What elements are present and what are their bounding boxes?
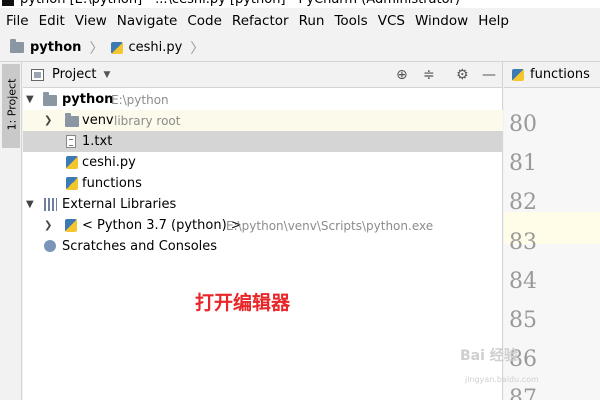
- tree-item-1-txt[interactable]: 1.txt: [23, 131, 503, 152]
- project-tool-tab-label: 1: Project: [5, 78, 19, 131]
- menu-help[interactable]: Help: [478, 13, 509, 29]
- annotation-text: 打开编辑器: [195, 292, 291, 314]
- tree-label: < Python 3.7 (python) >: [82, 218, 242, 233]
- breadcrumb-file[interactable]: ceshi.py: [128, 40, 182, 55]
- pycharm-icon: [2, 0, 14, 6]
- chevron-down-icon[interactable]: ▼: [26, 199, 34, 210]
- project-tool-tab[interactable]: 1: Project: [2, 64, 20, 148]
- breadcrumb-project[interactable]: python: [30, 40, 81, 55]
- menu-file[interactable]: File: [6, 13, 29, 29]
- tree-item-functions[interactable]: functions: [23, 173, 503, 194]
- tree-item-venv[interactable]: ❯ venv library root: [23, 110, 503, 131]
- target-icon[interactable]: ⊕: [396, 67, 408, 83]
- collapse-icon[interactable]: ≑: [423, 67, 435, 83]
- scratches-icon: [44, 240, 56, 252]
- line-number: 85: [509, 308, 537, 333]
- python-file-icon: [111, 41, 124, 54]
- python-file-icon: [66, 177, 78, 190]
- library-icon: [44, 198, 57, 211]
- chevron-down-icon[interactable]: ▼: [26, 94, 34, 105]
- watermark: Bai 经验: [460, 348, 518, 364]
- project-panel-title[interactable]: Project: [52, 67, 96, 82]
- left-tool-strip: 1: Project: [0, 62, 22, 400]
- python-sdk-icon: [65, 219, 77, 232]
- chevron-right-icon[interactable]: ❯: [44, 115, 52, 126]
- tree-label: 1.txt: [82, 134, 113, 149]
- line-number-gutter: 79 80 81 82 83 84 85 86 87: [504, 88, 600, 400]
- tree-item-ceshi[interactable]: ceshi.py: [23, 152, 503, 173]
- editor: functions 79 80 81 82 83 84 85 86 87: [504, 62, 600, 400]
- menu-bar: File Edit View Navigate Code Refactor Ru…: [0, 8, 600, 34]
- tree-label: External Libraries: [62, 197, 177, 212]
- line-number: 81: [509, 151, 537, 176]
- editor-tab-label: functions: [530, 67, 590, 82]
- tree-item-python[interactable]: ▼ python E:\python: [23, 89, 503, 110]
- tree-path: E:\python\venv\Scripts\python.exe: [226, 218, 434, 233]
- text-file-icon: [66, 135, 76, 148]
- chevron-right-icon[interactable]: ❯: [44, 220, 52, 231]
- chevron-down-icon[interactable]: ▼: [103, 70, 110, 80]
- tree-label: venv: [82, 113, 114, 128]
- tree-item-external-libraries[interactable]: ▼ External Libraries: [23, 194, 503, 215]
- folder-icon: [10, 39, 24, 53]
- folder-icon: [43, 92, 57, 106]
- project-panel-header: Project ▼ ⊕ ≑ ⚙ —: [23, 62, 502, 88]
- tree-label: Scratches and Consoles: [62, 239, 218, 254]
- tree-item-scratches[interactable]: Scratches and Consoles: [23, 236, 503, 257]
- line-number: 87: [509, 386, 537, 400]
- line-number: 80: [509, 112, 537, 137]
- menu-code[interactable]: Code: [187, 13, 222, 29]
- menu-run[interactable]: Run: [299, 13, 325, 29]
- menu-tools[interactable]: Tools: [334, 13, 367, 29]
- editor-tab-functions[interactable]: functions: [504, 62, 600, 88]
- line-number: 83: [509, 230, 537, 255]
- title-bar: python [E:\python] - ...\ceshi.py [pytho…: [0, 0, 600, 8]
- menu-vcs[interactable]: VCS: [378, 13, 405, 29]
- menu-window[interactable]: Window: [415, 13, 468, 29]
- menu-refactor[interactable]: Refactor: [232, 13, 289, 29]
- tree-label: ceshi.py: [82, 155, 136, 170]
- chevron-right-icon: 〉: [190, 40, 205, 57]
- tree-label: functions: [82, 176, 142, 191]
- window-title: python [E:\python] - ...\ceshi.py [pytho…: [20, 0, 460, 8]
- menu-edit[interactable]: Edit: [39, 13, 65, 29]
- minus-icon[interactable]: —: [482, 67, 496, 83]
- folder-icon: [65, 113, 79, 127]
- line-number: 82: [509, 190, 537, 215]
- gear-icon[interactable]: ⚙: [456, 67, 469, 83]
- tree-label: python: [62, 92, 114, 107]
- tree-path: E:\python: [111, 92, 169, 107]
- tree-hint: library root: [114, 113, 181, 128]
- project-icon: [31, 68, 44, 81]
- chevron-right-icon: 〉: [89, 40, 104, 57]
- line-number: 79: [509, 88, 537, 93]
- python-file-icon: [512, 68, 524, 81]
- watermark-url: jingyan.baidu.com: [465, 375, 539, 384]
- menu-view[interactable]: View: [75, 13, 107, 29]
- menu-navigate[interactable]: Navigate: [117, 13, 178, 29]
- breadcrumb: python 〉 ceshi.py 〉: [0, 34, 600, 62]
- tree-item-python-sdk[interactable]: ❯ < Python 3.7 (python) > E:\python\venv…: [23, 215, 503, 236]
- project-panel: Project ▼ ⊕ ≑ ⚙ — ▼ python E:\python ❯ v…: [23, 62, 503, 400]
- line-number: 84: [509, 269, 537, 294]
- python-file-icon: [66, 156, 78, 169]
